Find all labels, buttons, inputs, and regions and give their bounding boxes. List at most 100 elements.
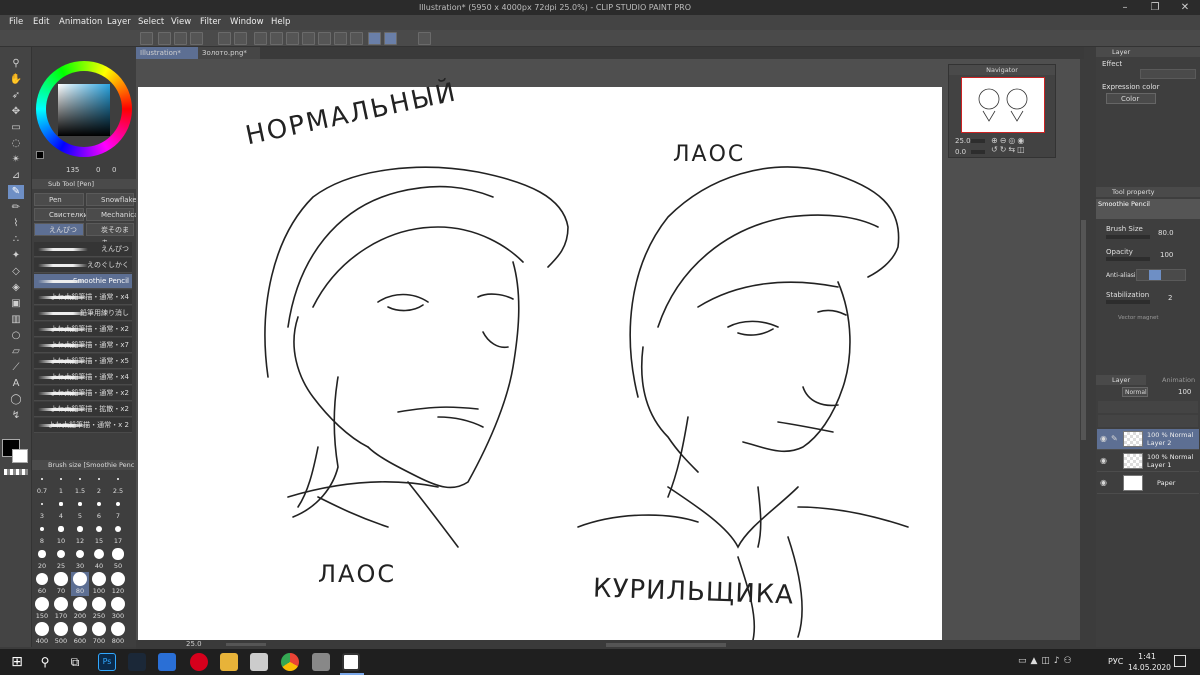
navigator-zoom[interactable]: 25.0 [955, 137, 971, 145]
brush-item-selected[interactable]: Smoothie Pencil [34, 274, 132, 289]
brush-item[interactable]: よわ太鉛筆描・通常・x4 [34, 370, 132, 385]
brush-size-option[interactable]: 70 [52, 572, 70, 596]
menu-layer[interactable]: Layer [107, 17, 131, 27]
opacity-value[interactable]: 100 [1160, 251, 1173, 259]
menu-select[interactable]: Select [138, 17, 164, 27]
brush-size-option[interactable]: 6 [90, 497, 108, 521]
photoshop-icon[interactable]: Ps [98, 653, 116, 671]
brush-item[interactable]: よわ太鉛筆描・通常・x5 [34, 354, 132, 369]
brush-size-option[interactable]: 1 [52, 472, 70, 496]
brush-item[interactable]: よわ太鉛筆描・拡散・x2 [34, 402, 132, 417]
brush-size-option[interactable]: 4 [52, 497, 70, 521]
brush-size-option[interactable]: 17 [109, 522, 127, 546]
notification-icon[interactable] [1174, 655, 1186, 667]
brush-item[interactable]: よわ太鉛筆描・通常・x2 [34, 322, 132, 337]
eye-icon[interactable]: ◉ [1100, 456, 1107, 465]
animation-tab[interactable]: Animation [1146, 375, 1200, 385]
navigator-zoom-slider[interactable] [971, 139, 985, 143]
tray-icons[interactable]: ▭▲◫♪⚇ [1018, 656, 1098, 668]
layer-toolbar[interactable] [1098, 401, 1198, 413]
eraser-icon[interactable]: ◇ [8, 265, 24, 279]
sub-tool-tab-pen[interactable]: Pen [34, 193, 84, 206]
save-icon[interactable] [174, 32, 187, 45]
opera-icon[interactable] [190, 653, 208, 671]
pen-tool-icon[interactable]: ✎ [8, 185, 24, 199]
menu-animation[interactable]: Animation [59, 17, 102, 27]
brush-size-option[interactable]: 60 [33, 572, 51, 596]
menu-help[interactable]: Help [271, 17, 290, 27]
brush-size-option[interactable]: 5 [71, 497, 89, 521]
move-tool-icon[interactable]: ✥ [8, 105, 24, 119]
eye-icon[interactable]: ◉ [1100, 478, 1107, 487]
clock-date[interactable]: 14.05.2020 [1128, 663, 1171, 672]
language-indicator[interactable]: РУС [1108, 657, 1123, 666]
sub-tool-tab-mechanica[interactable]: Mechanica [86, 208, 138, 221]
stabilization-slider[interactable] [1106, 300, 1150, 304]
expression-color-select[interactable]: Color [1106, 93, 1156, 104]
brush-size-option[interactable]: 170 [52, 597, 70, 621]
menu-window[interactable]: Window [230, 17, 264, 27]
layer-row[interactable]: ◉ ✎ 100 % Normal Layer 2 [1097, 429, 1199, 450]
minimize-button[interactable]: – [1110, 0, 1140, 15]
layer-opacity[interactable]: 100 [1178, 388, 1191, 396]
effect-icons[interactable] [1140, 69, 1196, 79]
brush-item[interactable]: よわ太鉛筆描・通常・x 2 [34, 418, 132, 433]
brush-item[interactable]: よわ太鉛筆描・通常・x7 [34, 338, 132, 353]
sub-tool-tab-sumi[interactable]: 炭そのまま [86, 223, 134, 247]
brush-size-option[interactable]: 30 [71, 547, 89, 571]
canvas-horizontal-scrollbar[interactable] [606, 643, 726, 647]
brush-tool-icon[interactable]: ⌇ [8, 217, 24, 231]
correct-line-icon[interactable]: ↯ [8, 409, 24, 423]
brush-size-option[interactable]: 3 [33, 497, 51, 521]
brush-size-value[interactable]: 80.0 [1158, 229, 1174, 237]
menu-edit[interactable]: Edit [33, 17, 49, 27]
transparent-color-swatch[interactable] [4, 469, 28, 475]
ruler-icon[interactable]: ⟋ [8, 361, 24, 375]
brush-size-option[interactable]: 2.5 [109, 472, 127, 496]
gradient-icon[interactable]: ▥ [8, 313, 24, 327]
snap-grid-icon[interactable] [384, 32, 397, 45]
layer-tab[interactable]: Layer [1096, 375, 1146, 385]
sub-tool-tab-enpitsu[interactable]: えんぴつ [34, 223, 84, 236]
deselect-icon[interactable] [318, 32, 331, 45]
canvas-vertical-scrollbar[interactable] [1081, 220, 1086, 440]
windows-start-icon[interactable]: ⊞ [8, 653, 26, 671]
open-icon[interactable] [158, 32, 171, 45]
sub-tool-tab-svistelki[interactable]: Свистелки [34, 208, 88, 221]
brush-size-option[interactable]: 500 [52, 622, 70, 646]
balloon-icon[interactable]: ◯ [8, 393, 24, 407]
blend-mode-select[interactable]: Normal [1122, 387, 1148, 397]
close-button[interactable]: ✕ [1170, 0, 1200, 15]
menu-filter[interactable]: Filter [200, 17, 221, 27]
hand-tool-icon[interactable]: ✋ [8, 73, 24, 87]
brush-size-option[interactable]: 50 [109, 547, 127, 571]
app-icon[interactable] [312, 653, 330, 671]
brush-size-option[interactable]: 100 [90, 572, 108, 596]
brush-item[interactable]: えのぐしかく [34, 258, 132, 273]
brush-size-option[interactable]: 600 [71, 622, 89, 646]
brush-size-option[interactable]: 20 [33, 547, 51, 571]
steam-icon[interactable] [128, 653, 146, 671]
mail-icon[interactable] [158, 653, 176, 671]
brush-size-option[interactable]: 12 [71, 522, 89, 546]
maximize-button[interactable]: ❐ [1140, 0, 1170, 15]
new-icon[interactable] [140, 32, 153, 45]
help-icon[interactable] [418, 32, 431, 45]
color-small-swatch[interactable] [36, 151, 44, 159]
clear-icon[interactable] [302, 32, 315, 45]
brush-size-option[interactable]: 120 [109, 572, 127, 596]
doc-tab-zoloto[interactable]: Золото.png* [198, 47, 260, 59]
menu-file[interactable]: File [9, 17, 23, 27]
brush-size-option[interactable]: 150 [33, 597, 51, 621]
clip-studio-paint-icon[interactable] [342, 653, 360, 671]
brush-size-option[interactable]: 0.7 [33, 472, 51, 496]
menu-view[interactable]: View [171, 17, 191, 27]
clip-studio-icon[interactable] [250, 653, 268, 671]
brush-item[interactable]: えんぴつ [34, 242, 132, 257]
status-slider[interactable] [226, 643, 266, 646]
brush-size-option[interactable]: 15 [90, 522, 108, 546]
explorer-icon[interactable] [220, 653, 238, 671]
tool-property-tab[interactable]: Tool property [1096, 187, 1200, 197]
drawing-canvas[interactable]: НОРМАЛЬНЫЙ ЛАОС ЛАОС КУРИЛЬЩИКА [138, 77, 942, 640]
eyedropper-icon[interactable]: ⊿ [8, 169, 24, 183]
